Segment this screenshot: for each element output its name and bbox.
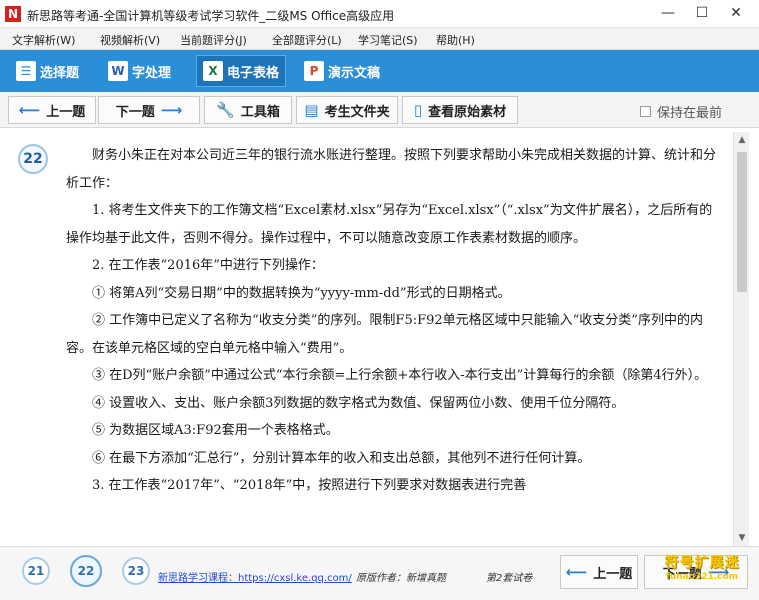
menu-bar: 文字解析(W) 视频解析(V) 当前题评分(J) 全部题评分(L) 学习笔记(S…	[0, 28, 759, 50]
question-paragraph: 2. 在工作表“2016年”中进行下列操作：	[92, 258, 324, 273]
question-paragraph: 1. 将考生文件夹下的工作簿文档“Excel素材.xlsx”另存为“Excel.…	[66, 203, 713, 246]
menu-score-all[interactable]: 全部题评分(L)	[272, 32, 342, 48]
menu-score-current[interactable]: 当前题评分(J)	[180, 32, 247, 48]
app-logo-icon: N	[5, 6, 21, 22]
question-number-badge: 22	[18, 144, 48, 174]
vertical-scrollbar[interactable]: ▲ ▼	[733, 132, 749, 546]
document-icon: ▯	[413, 101, 423, 119]
course-link[interactable]: 新思路学习课程：https://cxsl.ke.qq.com/	[158, 569, 352, 584]
wrench-icon: 🔧	[216, 101, 235, 119]
keep-on-top-toggle[interactable]: 保持在最前	[640, 102, 722, 121]
close-button[interactable]: ✕	[722, 2, 750, 24]
watermark-title: 符号扩展迷	[664, 555, 740, 571]
site-watermark: 符号扩展迷 fuhao321.com	[652, 552, 752, 598]
button-label: 下一题	[115, 104, 155, 120]
question-paragraph: ④ 设置收入、支出、账户余额3列数据的数字格式为数值、保留两位小数、使用千位分隔…	[92, 395, 625, 411]
bottom-prev-button[interactable]: ⟵ 上一题	[560, 555, 638, 589]
button-label: 考生文件夹	[324, 104, 390, 120]
question-paragraph: 3. 在工作表“2017年”、“2018年”中，按照进行下列要求对数据表进行完善	[92, 478, 527, 493]
menu-study-notes[interactable]: 学习笔记(S)	[358, 32, 418, 48]
question-paragraph: ⑥ 在最下方添加“汇总行”，分别计算本年的收入和支出总额，其他列不进行任何计算。	[92, 450, 591, 466]
paper-set-label: 第2套试卷	[486, 573, 533, 584]
tab-label: 电子表格	[227, 65, 280, 81]
menu-video-analysis[interactable]: 视频解析(V)	[100, 32, 160, 48]
maximize-button[interactable]: ☐	[688, 2, 716, 24]
excel-icon: X	[203, 61, 223, 81]
toolbox-button[interactable]: 🔧 工具箱	[204, 96, 292, 124]
question-paragraph: ③ 在D列“账户余额”中通过公式“本行余额=上行余额+本行收入-本行支出”计算每…	[92, 368, 708, 383]
menu-help[interactable]: 帮助(H)	[436, 32, 475, 48]
mode-tab-bar: ☰ 选择题 W 字处理 X 电子表格 P 演示文稿	[0, 50, 759, 92]
word-icon: W	[108, 61, 128, 81]
tab-choice-questions[interactable]: ☰ 选择题	[10, 55, 85, 87]
scroll-down-arrow-icon[interactable]: ▼	[734, 530, 750, 546]
powerpoint-icon: P	[304, 61, 324, 81]
keep-on-top-checkbox[interactable]	[640, 106, 651, 117]
question-paragraph: 财务小朱正在对本公司近三年的银行流水账进行整理。按照下列要求帮助小朱完成相关数据…	[66, 148, 717, 191]
candidate-folder-button[interactable]: ▤ 考生文件夹	[296, 96, 398, 124]
tab-label: 字处理	[132, 65, 172, 81]
keep-on-top-label: 保持在最前	[657, 106, 723, 121]
menu-text-analysis[interactable]: 文字解析(W)	[12, 32, 75, 48]
folder-icon: ▤	[304, 101, 319, 119]
tab-spreadsheet[interactable]: X 电子表格	[196, 55, 287, 87]
scroll-up-arrow-icon[interactable]: ▲	[734, 132, 750, 148]
button-label: 查看原始素材	[428, 104, 507, 120]
question-number-21[interactable]: 21	[22, 557, 50, 585]
button-label: 上一题	[46, 104, 86, 120]
question-paragraph: ① 将第A列“交易日期”中的数据转换为“yyyy-mm-dd”形式的日期格式。	[92, 285, 511, 301]
question-number-22[interactable]: 22	[70, 555, 102, 587]
next-question-button[interactable]: 下一题 ⟶	[98, 96, 200, 124]
button-label: 上一题	[593, 566, 633, 582]
toolbar: ⟵ 上一题 下一题 ⟶ 🔧 工具箱 ▤ 考生文件夹 ▯ 查看原始素材 保持在最前	[0, 92, 759, 128]
title-bar: N 新思路等考通-全国计算机等级考试学习软件_二级MS Office高级应用 —…	[0, 0, 759, 28]
arrow-left-icon: ⟵	[18, 101, 41, 119]
tab-presentation[interactable]: P 演示文稿	[298, 55, 386, 87]
tab-label: 选择题	[40, 65, 80, 81]
list-icon: ☰	[16, 61, 36, 81]
question-paragraph: ⑤ 为数据区域A3:F92套用一个表格格式。	[92, 423, 339, 438]
question-content: 22 财务小朱正在对本公司近三年的银行流水账进行整理。按照下列要求帮助小朱完成相…	[10, 132, 728, 546]
question-number-23[interactable]: 23	[122, 557, 150, 585]
question-paragraph: ② 工作簿中已定义了名称为“收支分类”的序列。限制F5:F92单元格区域中只能输…	[66, 313, 703, 356]
window-title: 新思路等考通-全国计算机等级考试学习软件_二级MS Office高级应用	[27, 9, 395, 23]
arrow-right-icon: ⟶	[160, 101, 183, 119]
scrollbar-thumb[interactable]	[737, 152, 747, 292]
minimize-button[interactable]: —	[654, 2, 682, 24]
author-note: 原版作者：新增真题	[356, 573, 446, 584]
button-label: 工具箱	[240, 104, 280, 120]
arrow-left-icon: ⟵	[565, 563, 588, 581]
view-original-material-button[interactable]: ▯ 查看原始素材	[402, 96, 518, 124]
bottom-bar: 21 22 23 新思路学习课程：https://cxsl.ke.qq.com/…	[0, 546, 759, 600]
tab-word-processing[interactable]: W 字处理	[102, 55, 177, 87]
prev-question-button[interactable]: ⟵ 上一题	[8, 96, 96, 124]
tab-label: 演示文稿	[328, 65, 381, 81]
watermark-url: fuhao321.com	[665, 572, 739, 582]
question-text: 财务小朱正在对本公司近三年的银行流水账进行整理。按照下列要求帮助小朱完成相关数据…	[66, 142, 720, 500]
